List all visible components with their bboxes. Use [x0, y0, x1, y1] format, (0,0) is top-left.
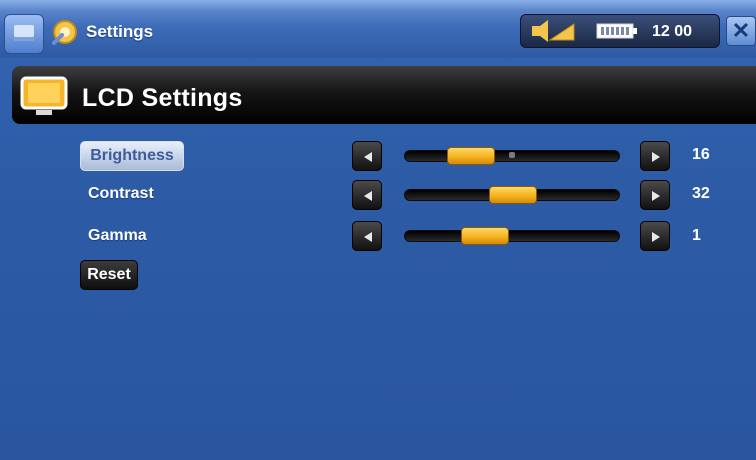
- arrow-left-icon: [364, 232, 372, 242]
- gamma-label[interactable]: Gamma: [88, 227, 147, 245]
- contrast-slider[interactable]: [404, 186, 620, 204]
- brightness-value: 16: [692, 146, 710, 163]
- brightness-slider[interactable]: [404, 147, 620, 165]
- gamma-slider-knob[interactable]: [461, 227, 509, 245]
- speaker-icon[interactable]: [530, 20, 576, 42]
- contrast-increase-button[interactable]: [640, 180, 670, 210]
- clock-display: 12 00: [652, 23, 693, 40]
- contrast-label[interactable]: Contrast: [88, 185, 154, 203]
- arrow-right-icon: [652, 232, 660, 242]
- close-button[interactable]: ✕: [726, 16, 756, 46]
- arrow-left-icon: [364, 152, 372, 162]
- home-button[interactable]: [4, 14, 44, 54]
- title-bar-label: Settings: [86, 22, 154, 41]
- page-title: LCD Settings: [82, 84, 243, 112]
- brightness-slider-tick: [509, 152, 515, 158]
- brightness-label[interactable]: Brightness: [80, 141, 184, 171]
- brightness-decrease-button[interactable]: [352, 141, 382, 171]
- home-icon: [14, 25, 34, 41]
- gamma-slider[interactable]: [404, 227, 620, 245]
- settings-satellite-icon: [52, 20, 77, 45]
- arrow-right-icon: [652, 191, 660, 201]
- gamma-decrease-button[interactable]: [352, 221, 382, 251]
- arrow-right-icon: [652, 152, 660, 162]
- settings-screen: Settings 12 00 ✕ LCD Settings Brightness…: [0, 0, 756, 460]
- arrow-left-icon: [364, 191, 372, 201]
- monitor-icon: [20, 76, 68, 115]
- brightness-increase-button[interactable]: [640, 141, 670, 171]
- brightness-slider-knob[interactable]: [447, 147, 495, 165]
- reset-button[interactable]: Reset: [80, 260, 138, 290]
- contrast-slider-knob[interactable]: [489, 186, 537, 204]
- contrast-value: 32: [692, 185, 710, 202]
- close-icon: ✕: [731, 18, 751, 43]
- gamma-value: 1: [692, 227, 701, 244]
- battery-icon: [596, 23, 637, 39]
- contrast-decrease-button[interactable]: [352, 180, 382, 210]
- gamma-increase-button[interactable]: [640, 221, 670, 251]
